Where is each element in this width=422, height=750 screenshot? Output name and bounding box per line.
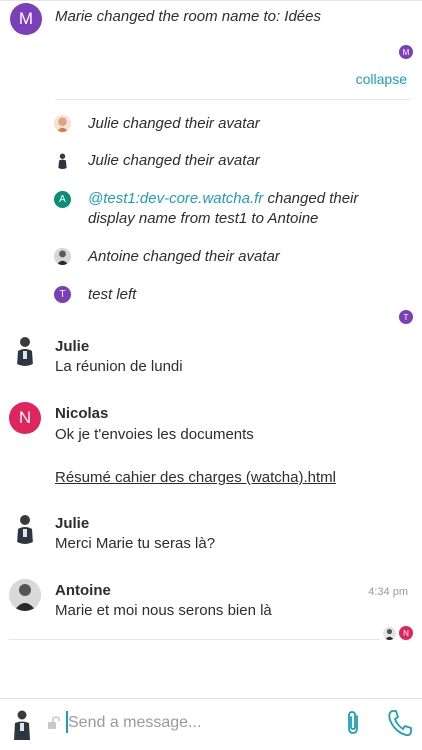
nicolas-read-receipt-letter: N — [403, 628, 409, 638]
membership-event-5: test left — [88, 286, 137, 303]
my-avatar[interactable] — [9, 708, 35, 740]
message-sender[interactable]: Julie — [55, 515, 89, 532]
julie-avatar-photo-icon — [54, 115, 71, 132]
phone-icon[interactable] — [386, 708, 414, 738]
antoine-avatar-letter-text: A — [59, 194, 66, 205]
marie-avatar[interactable]: M — [10, 3, 42, 35]
message-body: Marie et moi nous serons bien là — [55, 602, 272, 619]
read-receipt-letter: M — [402, 47, 410, 57]
antoine-read-receipt[interactable] — [383, 627, 396, 640]
attachment-link[interactable]: Résumé cahier des charges (watcha).html — [55, 469, 336, 486]
my-avatar-photo-icon — [14, 710, 30, 740]
paperclip-icon[interactable] — [344, 710, 364, 736]
room-name-event-text: Marie changed the room name to: Idées — [55, 8, 321, 25]
membership-event-2: Julie changed their avatar — [88, 152, 260, 169]
membership-event-3-rest: changed their — [263, 190, 359, 207]
nicolas-avatar-letter: N — [18, 408, 32, 427]
julie-avatar[interactable] — [9, 334, 41, 366]
message-sender[interactable]: Nicolas — [55, 405, 108, 422]
collapse-link[interactable]: collapse — [356, 71, 407, 87]
read-marker-divider — [9, 639, 380, 640]
nicolas-avatar[interactable]: N — [9, 402, 41, 434]
antoine-receipt-photo-icon — [384, 628, 395, 640]
top-divider — [0, 0, 422, 1]
message-body: Merci Marie tu seras là? — [55, 535, 216, 552]
julie-avatar-small[interactable] — [54, 115, 71, 132]
composer-divider — [0, 698, 422, 699]
test-avatar-letter[interactable]: T — [54, 286, 71, 303]
marie-avatar-letter: M — [18, 9, 34, 28]
test-avatar-letter-text: T — [59, 289, 66, 300]
membership-event-4: Antoine changed their avatar — [88, 248, 280, 265]
person-photo-icon — [58, 153, 67, 169]
antoine-avatar[interactable] — [9, 579, 41, 611]
membership-read-receipt-letter: T — [403, 312, 409, 322]
message-input[interactable] — [68, 712, 328, 734]
membership-event-1: Julie changed their avatar — [88, 115, 260, 132]
antoine-avatar-small[interactable] — [54, 248, 71, 265]
message-timestamp: 4:34 pm — [368, 586, 408, 598]
julie-photo-icon — [17, 515, 33, 544]
collapse-divider — [55, 99, 411, 100]
unlocked-icon[interactable] — [47, 716, 61, 730]
message-sender[interactable]: Julie — [55, 338, 89, 355]
message-body: La réunion de lundi — [55, 358, 183, 375]
membership-event-3-line2: display name from test1 to Antoine — [88, 210, 319, 227]
message-sender[interactable]: Antoine — [55, 582, 111, 599]
membership-read-receipt[interactable]: T — [399, 310, 413, 324]
membership-event-3-line1: @test1:dev-core.watcha.fr changed their — [88, 190, 358, 207]
message-body: Ok je t'envoies les documents — [55, 426, 254, 443]
antoine-avatar-letter[interactable]: A — [54, 191, 71, 208]
antoine-photo-icon — [54, 248, 71, 265]
antoine-photo-icon — [9, 579, 41, 611]
julie-avatar[interactable] — [9, 512, 41, 544]
read-receipt-avatar[interactable]: M — [399, 45, 413, 59]
nicolas-read-receipt[interactable]: N — [399, 626, 413, 640]
julie-avatar-small-2[interactable] — [54, 152, 71, 169]
julie-photo-icon — [17, 337, 33, 366]
user-id-link[interactable]: @test1:dev-core.watcha.fr — [88, 190, 263, 207]
